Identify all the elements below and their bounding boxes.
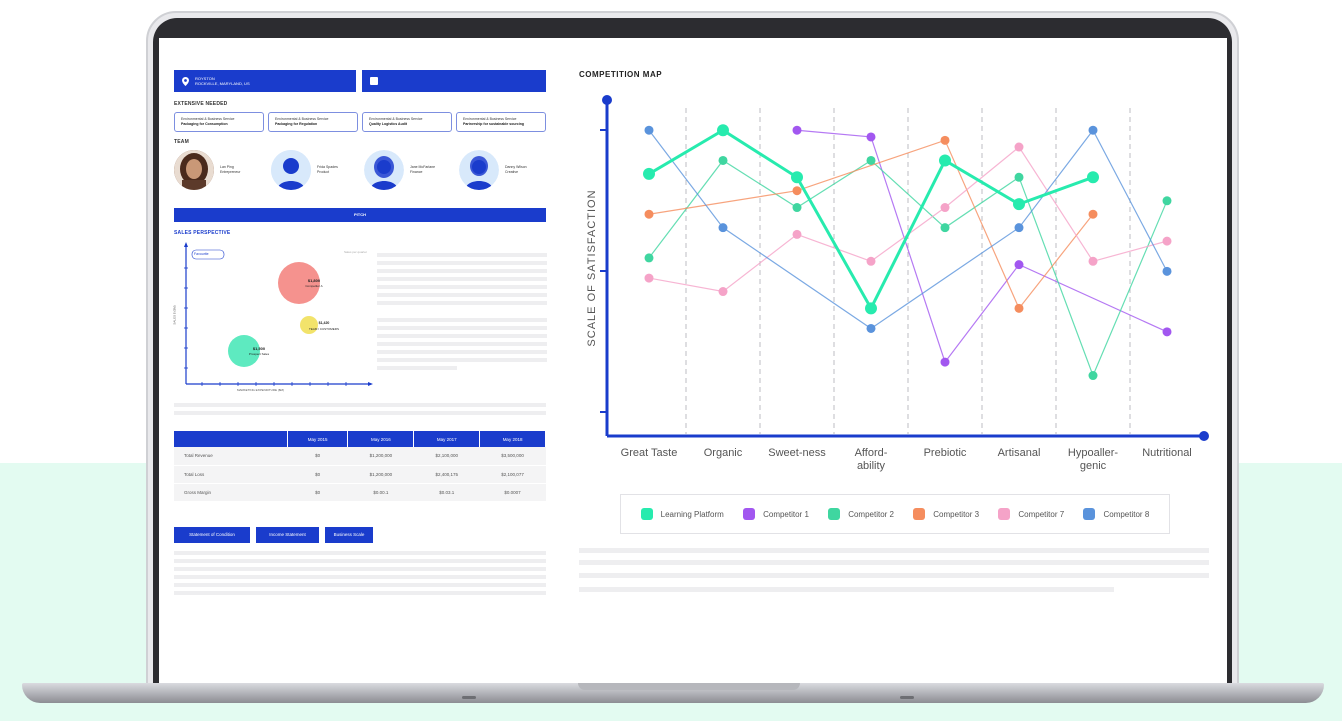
y-axis-end: [602, 95, 612, 105]
laptop-notch: [578, 683, 800, 690]
legend-label: Competitor 1: [763, 509, 809, 519]
legend-swatch: [743, 508, 756, 520]
data-point: [1014, 260, 1024, 270]
legend-item[interactable]: Competitor 1: [743, 508, 809, 520]
x-tick-label: Afford-ability: [855, 447, 888, 472]
data-point: [1162, 196, 1172, 206]
x-tick-label: Hypoaller-genic: [1068, 447, 1118, 472]
data-point: [644, 273, 654, 283]
data-point: [940, 357, 950, 367]
legend-swatch: [998, 508, 1011, 520]
legend-swatch: [913, 508, 926, 520]
data-point: [792, 229, 802, 239]
text-placeholder: [579, 573, 1209, 578]
data-point: [718, 223, 728, 233]
legend-item[interactable]: Competitor 3: [913, 508, 979, 520]
laptop-mockup: ROYSTON ROCKVILLE, MARYLAND, US EXTENSIV…: [0, 0, 1342, 721]
data-point: [717, 124, 729, 137]
laptop-foot: [462, 696, 476, 699]
legend-swatch: [1083, 508, 1096, 520]
legend-label: Competitor 8: [1103, 509, 1150, 519]
data-point: [791, 171, 803, 184]
data-point: [940, 223, 950, 233]
data-point: [1013, 198, 1025, 211]
data-point: [1088, 256, 1098, 266]
x-tick-label: Sweet-ness: [768, 447, 826, 459]
x-tick-label: Organic: [704, 447, 743, 459]
data-point: [866, 155, 876, 165]
data-point: [1162, 266, 1172, 276]
data-point: [866, 323, 876, 333]
data-point: [644, 209, 654, 219]
laptop-foot: [900, 696, 914, 699]
x-tick-label: Prebiotic: [924, 447, 967, 459]
legend-item[interactable]: Competitor 7: [998, 508, 1064, 520]
data-point: [1014, 142, 1024, 152]
data-point: [1088, 125, 1098, 135]
legend-label: Competitor 7: [1018, 509, 1065, 519]
data-point: [718, 287, 728, 297]
data-point: [792, 125, 802, 135]
legend-label: Competitor 3: [933, 509, 980, 519]
data-point: [1014, 172, 1024, 182]
series-line: [648, 139, 1094, 310]
data-point: [1014, 223, 1024, 233]
data-point: [1088, 209, 1098, 219]
y-axis-label: SCALE OF SATISFACTION: [586, 189, 598, 346]
data-point: [644, 253, 654, 263]
app-screen: ROYSTON ROCKVILLE, MARYLAND, US EXTENSIV…: [159, 38, 1227, 684]
data-point: [865, 302, 877, 315]
data-point: [866, 256, 876, 266]
x-tick-label: Nutritional: [1142, 447, 1192, 459]
legend-label: Competitor 2: [848, 509, 894, 519]
data-point: [1087, 171, 1099, 184]
data-point: [792, 203, 802, 213]
data-point: [718, 155, 728, 165]
x-tick-label: Artisanal: [998, 447, 1041, 459]
data-point: [1162, 236, 1172, 246]
data-point: [940, 135, 950, 145]
x-axis-end: [1199, 431, 1209, 441]
data-point: [866, 132, 876, 142]
data-point: [940, 203, 950, 213]
data-point: [1162, 327, 1172, 337]
text-placeholder: [579, 560, 1209, 565]
x-tick-label: Great Taste: [621, 447, 678, 459]
text-placeholder: [579, 587, 1114, 592]
data-point: [792, 186, 802, 196]
data-point: [1088, 371, 1098, 381]
data-point: [1014, 303, 1024, 313]
legend-item[interactable]: Competitor 2: [828, 508, 894, 520]
text-placeholder: [579, 548, 1209, 553]
legend-swatch: [828, 508, 841, 520]
legend-item[interactable]: Learning Platform: [640, 508, 724, 520]
legend-item[interactable]: Competitor 8: [1083, 508, 1149, 520]
legend-label: Learning Platform: [660, 509, 724, 519]
data-point: [643, 167, 655, 180]
data-point: [644, 125, 654, 135]
legend-swatch: [640, 508, 653, 520]
chart-legend: Learning Platform Competitor 1 Competitor …: [620, 494, 1170, 534]
data-point: [939, 154, 951, 167]
